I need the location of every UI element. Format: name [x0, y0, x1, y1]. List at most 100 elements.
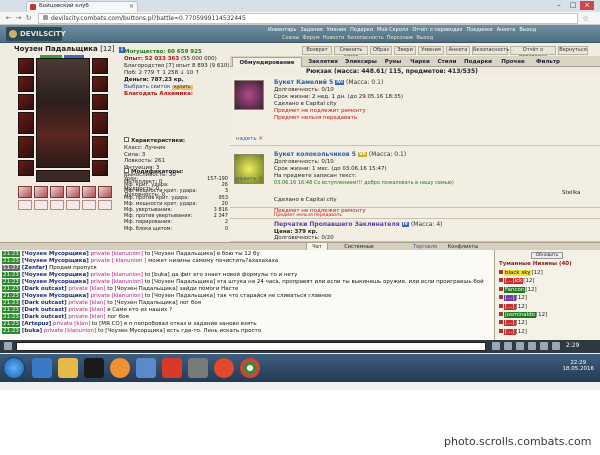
- chat-private-tag[interactable]: private [klan]: [68, 307, 105, 313]
- belt-item-slot[interactable]: [66, 200, 80, 210]
- action-button[interactable]: Сменить класс: [334, 46, 368, 60]
- boots-slot[interactable]: [92, 160, 108, 176]
- translit-icon[interactable]: [528, 342, 536, 350]
- tray-clock[interactable]: 22:29 18.05.2016: [563, 360, 595, 372]
- belt-item-slot[interactable]: [50, 200, 64, 210]
- chat-author[interactable]: [Чоузен Мусорщика]: [22, 258, 89, 264]
- online-user-name[interactable]: [...]ick: [504, 278, 524, 285]
- settings-icon[interactable]: [552, 342, 560, 350]
- ring-slot[interactable]: [66, 186, 80, 198]
- url-input[interactable]: devilscity.combats.com/buttons.pl?battle…: [38, 13, 578, 24]
- action-button[interactable]: Безопасность: [472, 46, 509, 55]
- leggings-slot[interactable]: [92, 136, 108, 158]
- forward-icon[interactable]: →: [14, 14, 23, 23]
- ring-slot[interactable]: [18, 186, 32, 198]
- header-nav-link[interactable]: Задания: [300, 27, 322, 33]
- header-nav-link[interactable]: Безопасность: [347, 35, 383, 41]
- header-nav-link[interactable]: Союзы: [282, 35, 299, 41]
- chat-private-tag[interactable]: private [klanunion]: [91, 251, 143, 257]
- action-button[interactable]: Образ: [370, 46, 392, 55]
- action-button[interactable]: Вернуться: [558, 46, 588, 55]
- offhand-slot[interactable]: [92, 112, 108, 134]
- header-nav-link[interactable]: Форум: [302, 35, 319, 41]
- belt-item-slot[interactable]: [34, 200, 48, 210]
- chat-author[interactable]: [buka]: [22, 328, 42, 334]
- inventory-tab[interactable]: Обмундирование: [232, 57, 302, 67]
- send-icon[interactable]: [492, 342, 500, 350]
- wear-action[interactable]: надеть ✕: [236, 136, 263, 142]
- filter-icon[interactable]: [516, 342, 524, 350]
- weapon-slot[interactable]: [18, 112, 34, 134]
- delete-icon[interactable]: ✕: [258, 136, 263, 142]
- online-user-name[interactable]: [...]: [504, 303, 516, 310]
- chat-private-tag[interactable]: private [klan]: [68, 286, 105, 292]
- chrome-icon[interactable]: [240, 358, 260, 378]
- characteristics-header[interactable]: Характеристики:: [124, 137, 224, 145]
- header-nav-link[interactable]: Поединки: [466, 27, 492, 33]
- chat-author[interactable]: [Artepuz]: [22, 321, 51, 327]
- chat-private-tag[interactable]: private [klanunion]: [91, 279, 143, 285]
- chat-author[interactable]: [Чоузен Мусорщика]: [22, 251, 89, 257]
- online-user[interactable]: black sky[12]: [499, 270, 543, 277]
- chat-private-tag[interactable]: private [ klanunion ]: [91, 258, 147, 264]
- online-user-name[interactable]: [...]: [504, 320, 516, 327]
- inventory-tab[interactable]: Чарки: [408, 57, 432, 67]
- media-icon[interactable]: [84, 358, 104, 378]
- header-nav-link[interactable]: Инвентарь: [268, 27, 296, 33]
- clear-icon[interactable]: [504, 342, 512, 350]
- bracers-slot[interactable]: [92, 58, 108, 74]
- earrings-slot[interactable]: [18, 76, 34, 92]
- app-icon[interactable]: [188, 358, 208, 378]
- chat-author[interactable]: [Dark outcast]: [22, 300, 67, 306]
- header-nav-link[interactable]: Новости: [323, 35, 345, 41]
- item-name-text[interactable]: Букет колокольчиков 5: [274, 151, 356, 158]
- ie-icon[interactable]: [32, 358, 52, 378]
- header-nav-link[interactable]: Выход: [519, 27, 536, 33]
- folder-icon[interactable]: [58, 358, 78, 378]
- chat-author[interactable]: [Чоузен Мусорщика]: [22, 279, 89, 285]
- yandex-icon[interactable]: [162, 358, 182, 378]
- close-tab-icon[interactable]: ×: [129, 3, 134, 10]
- chat-author[interactable]: [Чоузен Мусорщика]: [22, 272, 89, 278]
- smile-icon[interactable]: [4, 342, 12, 350]
- online-user[interactable]: [...][12]: [499, 295, 527, 302]
- hands-slot[interactable]: [36, 170, 90, 182]
- inventory-tab[interactable]: Фильтр: [532, 57, 564, 67]
- chat-author[interactable]: [Zenfar]: [22, 265, 47, 271]
- online-user-name[interactable]: [...]: [504, 295, 516, 302]
- header-nav-link[interactable]: Выход: [416, 35, 433, 41]
- chat-private-tag[interactable]: private [klan]: [68, 314, 105, 320]
- online-user-name[interactable]: Josminaldo: [504, 312, 536, 318]
- online-user[interactable]: Josminaldo[12]: [499, 312, 547, 319]
- header-nav-link[interactable]: Подарки: [350, 27, 373, 33]
- inventory-tab[interactable]: Подарки: [462, 57, 494, 67]
- item-name-text[interactable]: Букет Камелий 5: [274, 79, 333, 86]
- header-nav-link[interactable]: Анкета: [497, 27, 516, 33]
- chat-private-tag[interactable]: private [klanunion]: [91, 272, 143, 278]
- online-user[interactable]: Fancon[12]: [499, 286, 537, 294]
- chat-private-tag[interactable]: private [klanunion]: [91, 293, 143, 299]
- belt-item-slot[interactable]: [82, 200, 96, 210]
- online-user-name[interactable]: [...]: [504, 328, 516, 335]
- inventory-tab[interactable]: Эликсиры: [344, 57, 378, 67]
- ring-slot[interactable]: [82, 186, 96, 198]
- chat-input[interactable]: [16, 342, 486, 351]
- ring-slot[interactable]: [50, 186, 64, 198]
- action-button[interactable]: Анкета: [446, 46, 470, 55]
- gloves-slot[interactable]: [92, 76, 108, 92]
- opera-icon[interactable]: [214, 358, 234, 378]
- online-user-name[interactable]: Fancon: [504, 286, 526, 293]
- amulet-slot[interactable]: [18, 94, 34, 110]
- bookmark-star-icon[interactable]: ☆: [582, 14, 589, 23]
- inventory-tab[interactable]: Руны: [382, 57, 404, 67]
- item-image[interactable]: [234, 80, 264, 110]
- action-button[interactable]: Звери: [394, 46, 416, 55]
- choose-scroll-link[interactable]: Выбрать свиток: [124, 84, 170, 90]
- chat-private-tag[interactable]: private [klanunion]: [44, 328, 96, 334]
- online-user[interactable]: [...][12]: [499, 328, 527, 336]
- wear-link[interactable]: надеть: [236, 136, 257, 142]
- inventory-tab[interactable]: Заклятия: [306, 57, 340, 67]
- chat-private-tag[interactable]: private [klan]: [53, 321, 90, 327]
- chat-private-tag[interactable]: private [klan]: [68, 300, 105, 306]
- close-window-icon[interactable]: ×: [580, 1, 594, 10]
